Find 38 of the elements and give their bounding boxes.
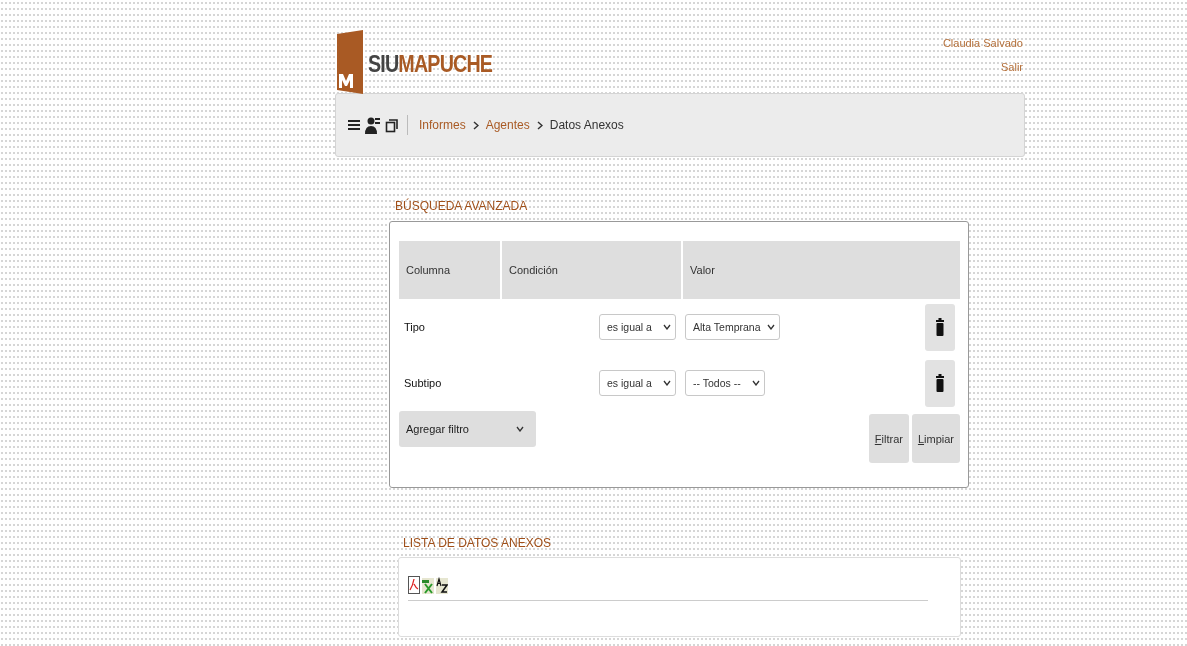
caret-icon bbox=[663, 324, 671, 330]
caret-icon bbox=[516, 426, 524, 432]
breadcrumb-current: Datos Anexos bbox=[548, 118, 625, 132]
filter-label: Tipo bbox=[404, 321, 426, 333]
chevron-icon bbox=[472, 120, 479, 130]
logo-text: SIUMAPUCHE bbox=[368, 50, 493, 78]
pdf-icon[interactable] bbox=[408, 576, 420, 594]
filter-label: Subtipo bbox=[404, 377, 443, 389]
condition-select[interactable]: es igual a bbox=[599, 370, 676, 396]
menu-icon[interactable] bbox=[347, 118, 361, 132]
value-select[interactable]: -- Todos -- bbox=[685, 370, 765, 396]
user-list-icon[interactable] bbox=[365, 116, 381, 134]
trash-icon bbox=[936, 374, 944, 392]
logout-link[interactable]: Salir bbox=[1001, 61, 1023, 73]
condition-select[interactable]: es igual a bbox=[599, 314, 676, 340]
chevron-icon bbox=[536, 120, 543, 130]
user-link[interactable]: Claudia Salvado bbox=[942, 37, 1023, 49]
action-button[interactable]: Limpiar bbox=[911, 414, 960, 463]
delete-button[interactable] bbox=[925, 303, 955, 351]
value-select[interactable]: Alta Temprana bbox=[685, 314, 780, 340]
caret-icon bbox=[766, 324, 775, 330]
trash-icon bbox=[936, 318, 944, 336]
section-title: BÚSQUEDA AVANZADA bbox=[395, 199, 529, 213]
column-header: Condición bbox=[502, 241, 681, 299]
sort-icon[interactable] bbox=[436, 576, 448, 594]
breadcrumb-link[interactable]: Informes bbox=[416, 118, 469, 132]
column-header: Valor bbox=[683, 241, 960, 299]
add-filter-select[interactable]: Agregar filtro bbox=[399, 411, 536, 447]
section-title: LISTA DE DATOS ANEXOS bbox=[403, 536, 553, 550]
delete-button[interactable] bbox=[925, 359, 955, 407]
caret-icon bbox=[752, 380, 760, 386]
logo-icon bbox=[335, 30, 365, 94]
excel-icon[interactable] bbox=[422, 576, 434, 594]
caret-icon bbox=[663, 380, 671, 386]
action-button[interactable]: Filtrar bbox=[868, 414, 909, 463]
column-header: Columna bbox=[399, 241, 500, 299]
breadcrumb-link[interactable]: Agentes bbox=[482, 118, 533, 132]
windows-icon[interactable] bbox=[385, 117, 399, 133]
